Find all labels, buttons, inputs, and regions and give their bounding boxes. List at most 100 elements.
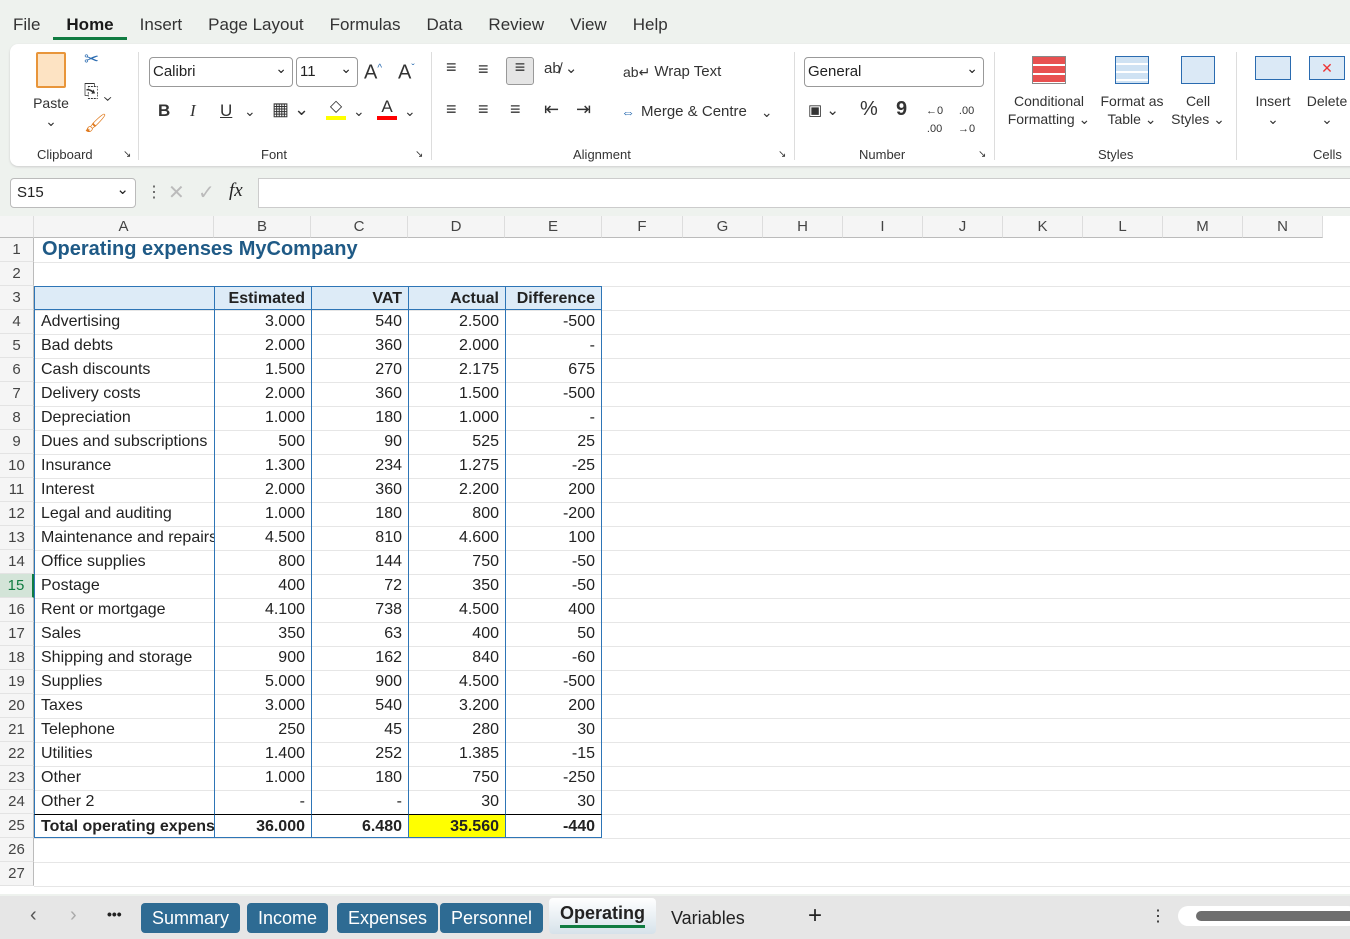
menu-data[interactable]: Data [414,12,476,40]
sheet-title[interactable]: Operating expenses MyCompany [36,237,364,261]
table-cell[interactable]: 1.300 [214,454,311,478]
row-header-21[interactable]: 21 [0,718,34,742]
table-cell[interactable]: 840 [408,646,505,670]
column-header-H[interactable]: H [763,216,843,238]
row-label[interactable]: Telephone [34,718,214,742]
fill-color-button[interactable]: ◇ [326,98,346,120]
row-header-8[interactable]: 8 [0,406,34,430]
row-label[interactable]: Insurance [34,454,214,478]
column-header-K[interactable]: K [1003,216,1083,238]
row-header-26[interactable]: 26 [0,838,34,862]
table-cell[interactable]: 180 [311,502,408,526]
dialog-launcher-icon[interactable]: ↘ [123,146,131,164]
table-cell[interactable]: 1.500 [214,358,311,382]
table-cell[interactable]: 360 [311,382,408,406]
row-header-2[interactable]: 2 [0,262,34,286]
table-cell[interactable]: 750 [408,766,505,790]
font-name-select[interactable]: Calibri [149,54,293,87]
table-cell[interactable]: -440 [505,814,602,838]
table-cell[interactable]: 100 [505,526,602,550]
row-header-25[interactable]: 25 [0,814,34,838]
row-label[interactable]: Supplies [34,670,214,694]
row-header-16[interactable]: 16 [0,598,34,622]
orientation-icon[interactable]: ab̸ ⌄ [544,60,577,78]
row-label[interactable]: Bad debts [34,334,214,358]
table-cell[interactable]: 200 [505,478,602,502]
percent-button[interactable]: % [860,99,878,119]
comma-style-button[interactable]: 9 [896,99,907,119]
accounting-format-icon[interactable]: ▣ ⌄ [808,102,839,120]
tab-expenses[interactable]: Expenses [337,903,439,933]
formula-input[interactable] [258,178,1350,208]
table-cell[interactable]: Actual [408,286,505,310]
insert-cells-button[interactable]: Insert ⌄ [1250,56,1296,128]
table-cell[interactable]: -50 [505,574,602,598]
table-cell[interactable]: -500 [505,382,602,406]
copy-icon[interactable]: ⎘ ⌄ [84,82,112,100]
table-cell[interactable]: 35.560 [408,814,505,838]
table-cell[interactable]: 30 [505,790,602,814]
table-cell[interactable]: - [505,406,602,430]
table-cell[interactable]: 2.000 [214,334,311,358]
table-cell[interactable]: -50 [505,550,602,574]
table-cell[interactable]: 360 [311,334,408,358]
table-cell[interactable]: -200 [505,502,602,526]
table-cell[interactable]: Estimated [214,286,311,310]
table-cell[interactable]: 1.000 [214,766,311,790]
row-label[interactable] [34,286,214,310]
borders-icon[interactable]: ▦ ⌄ [272,100,309,118]
row-header-24[interactable]: 24 [0,790,34,814]
dialog-launcher-icon[interactable]: ↘ [415,146,423,164]
table-cell[interactable]: 3.000 [214,310,311,334]
table-cell[interactable]: 36.000 [214,814,311,838]
table-cell[interactable]: Difference [505,286,602,310]
table-cell[interactable]: 180 [311,766,408,790]
cut-icon[interactable]: ✂ [84,50,99,68]
row-label[interactable]: Maintenance and repairs [34,526,214,550]
merge-centre-button[interactable]: ⇔ Merge & Centre ⌄ [621,103,773,121]
row-header-1[interactable]: 1 [0,238,34,262]
table-cell[interactable]: 900 [214,646,311,670]
horizontal-scrollbar[interactable] [1178,906,1350,926]
table-cell[interactable]: 675 [505,358,602,382]
table-cell[interactable]: -500 [505,670,602,694]
row-header-13[interactable]: 13 [0,526,34,550]
align-left-icon[interactable]: ≡ [446,100,457,118]
align-middle-icon[interactable]: ≡ [478,60,489,78]
row-label[interactable]: Cash discounts [34,358,214,382]
name-box[interactable]: S15 ⌄ [10,178,136,208]
menu-page-layout[interactable]: Page Layout [195,12,316,40]
align-right-icon[interactable]: ≡ [510,100,521,118]
row-label[interactable]: Sales [34,622,214,646]
menu-view[interactable]: View [557,12,620,40]
table-cell[interactable]: 4.500 [408,598,505,622]
tab-personnel[interactable]: Personnel [440,903,544,933]
table-cell[interactable]: 63 [311,622,408,646]
table-cell[interactable]: 45 [311,718,408,742]
column-header-M[interactable]: M [1163,216,1243,238]
table-cell[interactable]: -60 [505,646,602,670]
chevron-down-icon[interactable]: ⌄ [244,102,256,120]
table-cell[interactable]: 400 [408,622,505,646]
scroll-left-icon[interactable]: ‹ [30,904,37,927]
table-cell[interactable]: 1.385 [408,742,505,766]
conditional-formatting-button[interactable]: Conditional Formatting ⌄ [1004,56,1094,128]
row-header-6[interactable]: 6 [0,358,34,382]
table-cell[interactable]: 540 [311,694,408,718]
row-label[interactable]: Interest [34,478,214,502]
table-cell[interactable]: -500 [505,310,602,334]
dialog-launcher-icon[interactable]: ↘ [978,146,986,164]
tab-income[interactable]: Income [247,903,329,933]
increase-decimal-icon[interactable]: ←0.00 [926,102,943,138]
table-cell[interactable]: 4.500 [408,670,505,694]
row-label[interactable]: Rent or mortgage [34,598,214,622]
decrease-font-icon[interactable]: Aˇ [398,60,415,83]
table-cell[interactable]: 1.275 [408,454,505,478]
menu-file[interactable]: File [0,12,53,40]
row-label[interactable]: Other 2 [34,790,214,814]
align-top-icon[interactable]: ≡ [446,58,457,76]
align-center-icon[interactable]: ≡ [478,100,489,118]
table-cell[interactable]: 90 [311,430,408,454]
column-header-C[interactable]: C [311,216,408,238]
row-header-19[interactable]: 19 [0,670,34,694]
